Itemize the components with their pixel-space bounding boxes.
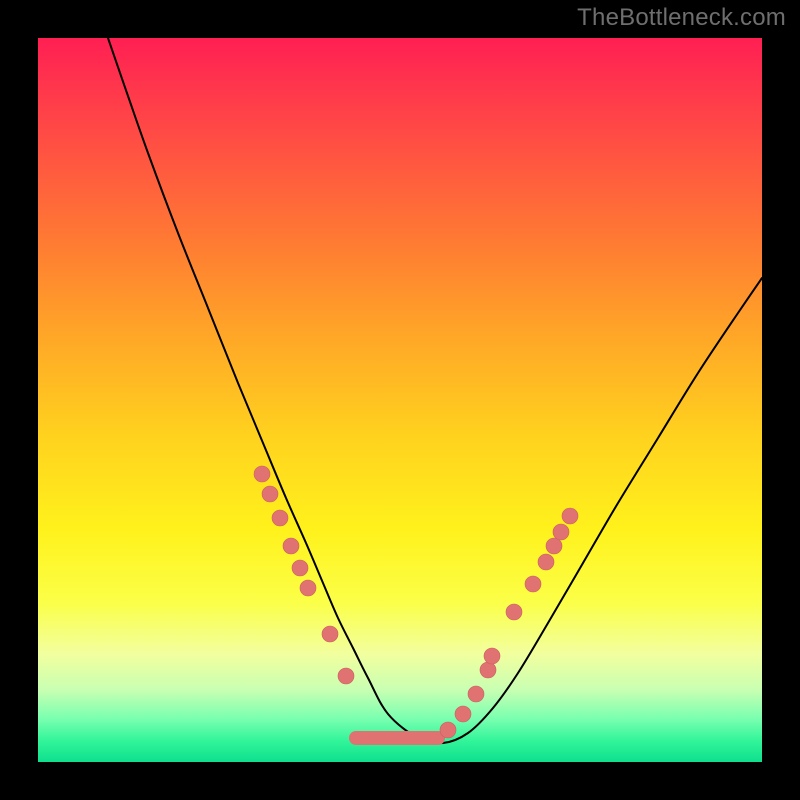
data-dot [455,706,471,722]
data-dot [538,554,554,570]
data-dot [292,560,308,576]
data-dot [272,510,288,526]
dots-right [440,508,578,738]
dots-left [254,466,354,684]
data-dot [322,626,338,642]
data-dot [468,686,484,702]
watermark-text: TheBottleneck.com [577,4,786,32]
data-dot [262,486,278,502]
bottleneck-curve [108,38,762,743]
chart-svg [38,38,762,762]
data-dot [553,524,569,540]
data-dot [283,538,299,554]
data-dot [484,648,500,664]
data-dot [525,576,541,592]
data-dot [440,722,456,738]
data-dot [506,604,522,620]
data-dot [562,508,578,524]
data-dot [338,668,354,684]
data-dot [480,662,496,678]
data-dot [300,580,316,596]
data-dot [546,538,562,554]
chart-frame: TheBottleneck.com [0,0,800,800]
plot-area [38,38,762,762]
data-dot [254,466,270,482]
